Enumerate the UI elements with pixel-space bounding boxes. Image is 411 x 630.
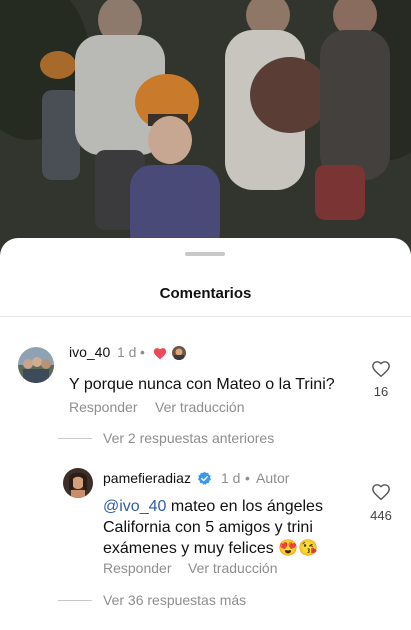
author-avatar-mini: [172, 346, 186, 360]
reply-username[interactable]: pamefieradiaz: [103, 470, 191, 486]
reply-avatar[interactable]: [63, 468, 93, 498]
post-photo-background: [0, 0, 411, 270]
thread-line: [58, 438, 92, 439]
comment-text: Y porque nunca con Mateo o la Trini?: [69, 376, 335, 393]
emoji-text: 😍😘: [278, 540, 319, 557]
heart-outline-icon[interactable]: [371, 483, 391, 501]
reply-text-line1: mateo en los ángeles: [166, 498, 323, 515]
translate-button[interactable]: Ver traducción: [155, 399, 245, 415]
avatar-image: [18, 347, 54, 383]
comment-time: 1 d: [117, 344, 137, 360]
reply-time: 1 d: [221, 470, 241, 486]
verified-badge-icon: [197, 471, 212, 485]
reply-text-line2: California con 5 amigos y trini: [103, 519, 313, 536]
reply-text: @ivo_40 mateo en los ángeles California …: [103, 496, 363, 559]
view-previous-replies-button[interactable]: Ver 2 respuestas anteriores: [103, 430, 274, 446]
drag-handle[interactable]: [185, 252, 225, 256]
comment-username[interactable]: ivo_40: [69, 344, 110, 360]
heart-outline-icon[interactable]: [371, 360, 391, 378]
photo-illustration: [0, 0, 411, 270]
title-divider: [0, 316, 411, 317]
separator-dot: •: [245, 470, 250, 486]
comments-sheet: Comentarios ivo_40 1 d • Y porque nunca …: [0, 238, 411, 630]
view-more-replies-button[interactable]: Ver 36 respuestas más: [103, 592, 246, 608]
author-tag: Autor: [256, 470, 290, 486]
mention-link[interactable]: @ivo_40: [103, 498, 166, 515]
reply-avatar-image: [63, 468, 93, 498]
reply-text-line3: exámenes y muy felices: [103, 540, 279, 557]
thread-line: [58, 600, 92, 601]
sheet-title: Comentarios: [159, 285, 252, 302]
separator-dot: •: [140, 344, 145, 360]
like-count: 446: [370, 508, 392, 523]
reply-button[interactable]: Responder: [69, 399, 138, 415]
avatar[interactable]: [18, 347, 54, 383]
author-avatar-mini-image: [172, 346, 186, 360]
like-count: 16: [373, 384, 389, 399]
heart-filled-icon: [153, 348, 167, 360]
reply-button[interactable]: Responder: [103, 560, 172, 576]
translate-button[interactable]: Ver traducción: [188, 560, 278, 576]
